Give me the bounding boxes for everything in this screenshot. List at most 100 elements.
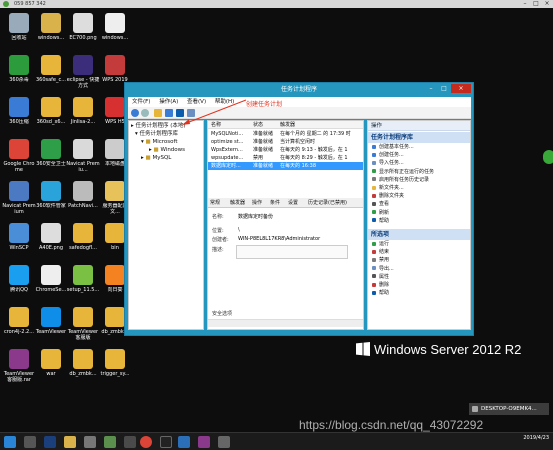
action-item[interactable]: 显示所有正在运行的任务 xyxy=(372,169,434,176)
task-scheduler-icon[interactable] xyxy=(178,436,190,448)
desktop-icon[interactable]: windows... xyxy=(34,10,68,50)
action-item[interactable]: 删除 xyxy=(372,282,389,289)
forward-icon[interactable] xyxy=(141,109,149,117)
desktop-icon[interactable]: TeamViewer xyxy=(34,304,68,344)
folder-icon[interactable] xyxy=(154,109,162,117)
window-maximize-button[interactable]: □ xyxy=(438,84,450,93)
action-item[interactable]: 结束 xyxy=(372,249,389,256)
action-item[interactable]: 查看 xyxy=(372,201,389,208)
action-item[interactable]: 帮助 xyxy=(372,218,389,225)
desktop-icon[interactable]: TeamViewer 客服版.rar xyxy=(2,346,36,386)
desktop-icon[interactable]: db_zmbk... xyxy=(66,346,100,386)
window-minimize-button[interactable]: – xyxy=(425,84,437,93)
desktop-icon[interactable]: cron4j-2.2... xyxy=(2,304,36,344)
tab-actions[interactable]: 操作 xyxy=(252,198,262,208)
action-item[interactable]: 属性 xyxy=(372,274,389,281)
desktop-icon[interactable]: 回收站 xyxy=(2,10,36,50)
tab-conditions[interactable]: 条件 xyxy=(270,198,280,208)
desktop-icon[interactable]: TeamViewer 客服版 xyxy=(66,304,100,344)
desktop-icon[interactable]: A40E.png xyxy=(34,220,68,260)
task-row[interactable]: 数据库定时...准备就绪在每天的 16:38 xyxy=(208,162,363,170)
tree-microsoft[interactable]: ▾ ■ Microsoft xyxy=(141,139,178,146)
desktop-icon[interactable]: ChromeSe... xyxy=(34,262,68,302)
desktop-icon[interactable]: safedogfl... xyxy=(66,220,100,260)
desktop-icon[interactable]: 360sd_x6... xyxy=(34,94,68,134)
minimize-button[interactable]: – xyxy=(520,0,530,8)
back-icon[interactable] xyxy=(131,109,139,117)
desktop-icon[interactable]: 360压缩 xyxy=(2,94,36,134)
properties-icon[interactable] xyxy=(165,109,173,117)
desktop-icon[interactable]: setup_11.5... xyxy=(66,262,100,302)
desktop-icon[interactable]: windows... xyxy=(98,10,132,50)
task-row[interactable]: wpsupdate...禁用在每天的 8:29 - 触发后，在 1 xyxy=(208,154,363,162)
col-status[interactable]: 状态 xyxy=(253,121,263,129)
task-name: wpsupdate... xyxy=(211,154,251,162)
tab-general[interactable]: 常规 xyxy=(210,198,220,208)
desktop-icon-label: 回收站 xyxy=(2,35,36,47)
action-item[interactable]: 新文件夹... xyxy=(372,185,404,192)
tree-mysql[interactable]: ▸ ■ MySQL xyxy=(141,155,171,162)
action-item[interactable]: 启用所有任务历史记录 xyxy=(372,177,429,184)
close-button[interactable]: × xyxy=(542,0,552,8)
actions-section-header[interactable]: 任务计划程序库 xyxy=(368,132,470,143)
tree-windows[interactable]: ▸ ■ Windows xyxy=(149,147,185,154)
col-trigger[interactable]: 触发器 xyxy=(280,121,295,129)
action-item[interactable]: 刷新 xyxy=(372,210,389,217)
action-item[interactable]: 删除文件夹 xyxy=(372,193,404,200)
explorer-icon[interactable] xyxy=(64,436,76,448)
powershell-icon[interactable] xyxy=(44,436,56,448)
clock[interactable]: 2019/4/23 xyxy=(505,435,549,442)
action-item[interactable]: 导入任务... xyxy=(372,160,404,167)
window-close-button[interactable]: × xyxy=(451,84,471,93)
cmd-icon[interactable] xyxy=(160,436,172,448)
tree-root[interactable]: ▸ 任务计划程序 (本地) xyxy=(131,123,186,130)
desktop-icon[interactable]: PatchNavi... xyxy=(66,178,100,218)
menu-action[interactable]: 操作(A) xyxy=(159,99,178,105)
side-ball-icon[interactable] xyxy=(543,150,553,164)
desktop-icon[interactable]: WinSCP xyxy=(2,220,36,260)
task-row[interactable]: MySQLNoti...准备就绪在每个月的 星期二 的 17:39 时 xyxy=(208,130,363,138)
action-item[interactable]: 帮助 xyxy=(372,290,389,297)
app-icon-4[interactable] xyxy=(218,436,230,448)
tab-triggers[interactable]: 触发器 xyxy=(230,198,245,208)
task-row[interactable]: optimize st...准备就绪当计算机空闲时 xyxy=(208,138,363,146)
app-icon[interactable] xyxy=(104,436,116,448)
desktop-icon[interactable]: 360杀毒 xyxy=(2,52,36,92)
desktop-icon[interactable]: 360软件管家 xyxy=(34,178,68,218)
desktop-icon[interactable]: EC700.png xyxy=(66,10,100,50)
desktop-icon[interactable]: 360safe_c... xyxy=(34,52,68,92)
watermark: https://blog.csdn.net/qq_43072292 xyxy=(299,418,483,432)
action-label: 查看 xyxy=(379,201,389,207)
menu-file[interactable]: 文件(F) xyxy=(132,99,150,105)
action-item[interactable]: 运行 xyxy=(372,241,389,248)
tree-library[interactable]: ▾ 任务计划程序库 xyxy=(135,131,178,138)
action-item[interactable]: 禁用 xyxy=(372,257,389,264)
desktop-icon[interactable]: Jinlisa-2... xyxy=(66,94,100,134)
desktop-icon[interactable]: 360安全卫士 xyxy=(34,136,68,176)
app-icon-2[interactable] xyxy=(124,436,136,448)
maximize-button[interactable]: □ xyxy=(531,0,541,8)
horizontal-scrollbar[interactable] xyxy=(208,319,363,327)
actions-section-header[interactable]: 所选项 xyxy=(368,229,470,240)
desktop-icon[interactable]: 腾讯QQ xyxy=(2,262,36,302)
start-icon[interactable] xyxy=(4,436,16,448)
action-icon xyxy=(372,258,376,262)
description-box[interactable] xyxy=(236,245,348,259)
app-icon-3[interactable] xyxy=(198,436,210,448)
desktop-icon[interactable]: eclipse - 快捷方式 xyxy=(66,52,100,92)
desktop-icon[interactable]: Navicat Premiu... xyxy=(66,136,100,176)
desktop-icon[interactable]: Navicat Premium xyxy=(2,178,36,218)
action-item[interactable]: 导出... xyxy=(372,266,394,273)
tab-settings[interactable]: 设置 xyxy=(288,198,298,208)
chrome-icon[interactable] xyxy=(140,436,152,448)
remote-titlebar: 059 857 342 – □ × xyxy=(0,0,553,8)
desktop-icon[interactable]: war xyxy=(34,346,68,386)
desktop-icon[interactable]: trigger_sy... xyxy=(98,346,132,386)
desktop-icon[interactable]: Google Chrome xyxy=(2,136,36,176)
server-manager-icon[interactable] xyxy=(24,436,36,448)
task-row[interactable]: WpsExtern...准备就绪在每天的 9:13 - 触发后，在 1 xyxy=(208,146,363,154)
window-app-icon[interactable] xyxy=(84,436,96,448)
action-item[interactable]: 创建基本任务... xyxy=(372,144,414,151)
action-item[interactable]: 创建任务... xyxy=(372,152,404,159)
tab-history[interactable]: 历史记录(已禁用) xyxy=(308,198,347,208)
